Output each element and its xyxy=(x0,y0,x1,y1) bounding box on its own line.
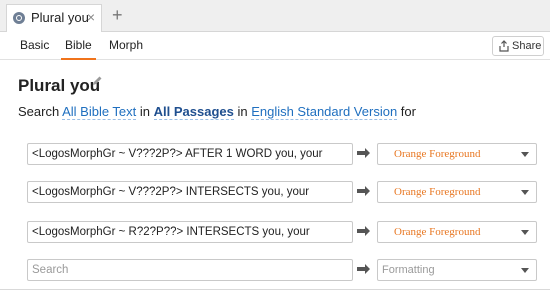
chevron-down-icon xyxy=(521,190,529,195)
formatting-select[interactable]: Orange Foreground xyxy=(377,221,537,243)
chevron-down-icon xyxy=(521,230,529,235)
chevron-down-icon xyxy=(521,152,529,157)
sub-navigation: Basic Bible Morph Share xyxy=(0,32,550,60)
arrow-right-icon xyxy=(357,226,370,236)
share-icon xyxy=(499,40,509,52)
scope-link[interactable]: All Bible Text xyxy=(62,104,137,120)
search-suffix: for xyxy=(397,104,416,119)
tab-bar: Plural you × + xyxy=(0,0,550,32)
version-link[interactable]: English Standard Version xyxy=(251,104,398,120)
formatting-value: Orange Foreground xyxy=(394,226,481,238)
search-description: Search All Bible Text in All Passages in… xyxy=(18,104,416,120)
arrow-right-icon xyxy=(357,148,370,158)
passages-link[interactable]: All Passages xyxy=(153,104,234,120)
search-in-1: in xyxy=(136,104,154,119)
tab-morph[interactable]: Morph xyxy=(109,38,143,52)
pencil-icon[interactable] xyxy=(91,75,103,87)
formatting-value: Orange Foreground xyxy=(394,148,481,160)
divider xyxy=(0,289,550,290)
page-title[interactable]: Plural you xyxy=(18,76,100,96)
share-button[interactable]: Share xyxy=(492,36,544,56)
chevron-down-icon xyxy=(521,268,529,273)
query-input[interactable]: <LogosMorphGr ~ V???2P?> AFTER 1 WORD yo… xyxy=(27,143,353,165)
globe-icon xyxy=(13,12,25,24)
new-tab-button[interactable]: + xyxy=(112,5,123,25)
query-row: <LogosMorphGr ~ V???2P?> AFTER 1 WORD yo… xyxy=(0,143,550,165)
formatting-select[interactable]: Orange Foreground xyxy=(377,181,537,203)
tab-bible[interactable]: Bible xyxy=(61,38,96,60)
query-input[interactable]: <LogosMorphGr ~ R?2?P??> INTERSECTS you,… xyxy=(27,221,353,243)
arrow-right-icon xyxy=(357,186,370,196)
search-in-2: in xyxy=(233,104,252,119)
formatting-select[interactable]: Formatting xyxy=(377,259,537,281)
arrow-right-icon xyxy=(357,264,370,274)
share-label: Share xyxy=(512,40,542,52)
query-input[interactable]: <LogosMorphGr ~ V???2P?> INTERSECTS you,… xyxy=(27,181,353,203)
document-tab[interactable]: Plural you × xyxy=(6,4,102,32)
search-input[interactable]: Search xyxy=(27,259,353,281)
tab-basic[interactable]: Basic xyxy=(20,38,49,52)
query-row: <LogosMorphGr ~ V???2P?> INTERSECTS you,… xyxy=(0,181,550,203)
formatting-value: Orange Foreground xyxy=(394,186,481,198)
formatting-placeholder: Formatting xyxy=(382,264,435,276)
formatting-select[interactable]: Orange Foreground xyxy=(377,143,537,165)
query-row: <LogosMorphGr ~ R?2?P??> INTERSECTS you,… xyxy=(0,221,550,243)
search-prefix: Search xyxy=(18,104,63,119)
tab-title: Plural you xyxy=(31,10,89,25)
empty-query-row: Search Formatting xyxy=(0,259,550,281)
close-icon[interactable]: × xyxy=(87,9,95,25)
